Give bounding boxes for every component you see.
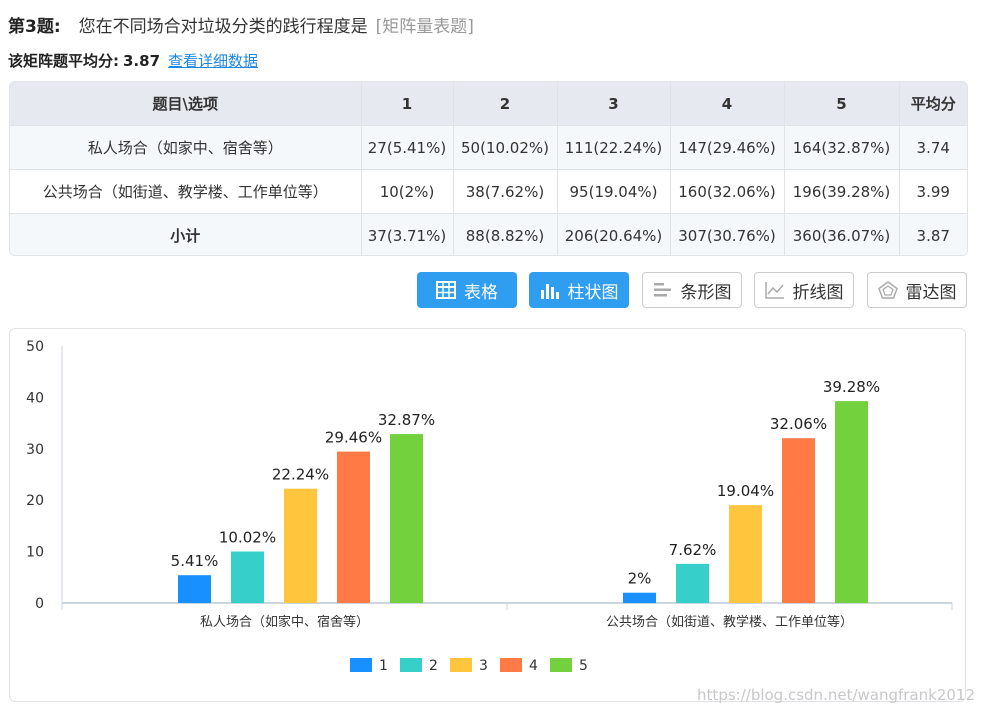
table-cell: 38(7.62%) xyxy=(453,169,558,214)
detail-data-link[interactable]: 查看详细数据 xyxy=(168,52,258,70)
horizontal-bar-icon xyxy=(653,283,671,297)
row-label: 公共场合（如街道、教学楼、工作单位等） xyxy=(10,169,362,214)
table-cell: 206(20.64%) xyxy=(557,213,671,255)
header-cell: 5 xyxy=(784,82,900,126)
bar xyxy=(390,434,423,603)
table-cell: 95(19.04%) xyxy=(557,169,671,214)
bar-data-label: 10.02% xyxy=(219,528,276,546)
bar xyxy=(729,505,762,603)
bar-data-label: 22.24% xyxy=(272,466,329,484)
table-cell: 3.99 xyxy=(899,169,967,214)
table-cell: 160(32.06%) xyxy=(670,169,785,214)
average-label: 该矩阵题平均分: xyxy=(8,52,119,70)
y-tick-label: 0 xyxy=(35,596,44,612)
header-cell: 题目\选项 xyxy=(10,82,362,126)
y-tick-label: 20 xyxy=(26,493,44,509)
legend-label: 3 xyxy=(479,658,488,674)
table-view-button[interactable]: 表格 xyxy=(417,272,517,308)
table-cell: 164(32.87%) xyxy=(784,125,900,170)
table-cell: 111(22.24%) xyxy=(557,125,671,170)
horizontal-bar-view-button[interactable]: 条形图 xyxy=(642,272,742,308)
y-tick-label: 50 xyxy=(26,339,44,355)
bar xyxy=(284,488,317,603)
radar-chart-view-button[interactable]: 雷达图 xyxy=(867,272,967,308)
bar xyxy=(623,592,656,603)
legend-label: 2 xyxy=(429,658,438,674)
legend-swatch xyxy=(450,658,472,672)
line-chart-view-button[interactable]: 折线图 xyxy=(754,272,854,308)
header-cell: 2 xyxy=(453,82,558,126)
subtotal-row: 小计 37(3.71%) 88(8.82%) 206(20.64%) 307(3… xyxy=(10,213,967,255)
watermark: https://blog.csdn.net/wangfrank2012 xyxy=(697,686,975,704)
chart-panel: 0 10 20 30 40 50 私人场合（如家中、宿舍等） 5.41% 10.02% 22.24… xyxy=(9,328,966,702)
y-tick-label: 40 xyxy=(26,390,44,406)
legend-swatch xyxy=(400,658,422,672)
question-header: 第3题: 您在不同场合对垃圾分类的践行程度是 [矩阵量表题] xyxy=(8,12,474,37)
table-cell: 50(10.02%) xyxy=(453,125,558,170)
table-icon xyxy=(436,281,456,299)
bar-data-label: 19.04% xyxy=(717,482,774,500)
bar-chart-view-button[interactable]: 柱状图 xyxy=(529,272,629,308)
bar xyxy=(835,401,868,603)
bar-data-label: 32.06% xyxy=(770,415,827,433)
bar-chart-view-label: 柱状图 xyxy=(567,282,619,303)
question-type: [矩阵量表题] xyxy=(375,17,474,37)
bar-data-label: 2% xyxy=(628,570,652,588)
bar-chart: 0 10 20 30 40 50 私人场合（如家中、宿舍等） 5.41%10.02% 22.24… xyxy=(26,339,953,674)
x-category-label: 公共场合（如街道、教学楼、工作单位等） xyxy=(606,614,853,630)
bar xyxy=(178,575,211,603)
legend-label: 5 xyxy=(579,658,588,674)
radar-chart-icon xyxy=(877,281,898,299)
subtotal-label: 小计 xyxy=(10,213,362,255)
bar-data-label: 39.28% xyxy=(823,378,880,396)
header-cell: 4 xyxy=(670,82,785,126)
table-header-row: 题目\选项 1 2 3 4 5 平均分 xyxy=(10,82,967,126)
bar-data-label: 32.87% xyxy=(378,411,435,429)
table-cell: 37(3.71%) xyxy=(361,213,454,255)
line-chart-view-label: 折线图 xyxy=(792,282,844,303)
bar-data-label: 7.62% xyxy=(669,541,717,559)
table-view-label: 表格 xyxy=(464,282,498,303)
bar-chart-icon xyxy=(540,284,559,299)
table-cell: 360(36.07%) xyxy=(784,213,900,255)
table-cell: 3.87 xyxy=(899,213,967,255)
legend-label: 1 xyxy=(379,658,388,674)
average-summary: 该矩阵题平均分: 3.87 查看详细数据 xyxy=(8,50,258,71)
table-cell: 88(8.82%) xyxy=(453,213,558,255)
table-cell: 196(39.28%) xyxy=(784,169,900,214)
x-category-label: 私人场合（如家中、宿舍等） xyxy=(200,614,369,630)
bar xyxy=(676,563,709,603)
bar xyxy=(337,451,370,603)
table-row: 公共场合（如街道、教学楼、工作单位等） 10(2%) 38(7.62%) 95(… xyxy=(10,169,967,214)
table-row: 私人场合（如家中、宿舍等） 27(5.41%) 50(10.02%) 111(2… xyxy=(10,125,967,170)
question-text: 您在不同场合对垃圾分类的践行程度是 xyxy=(78,17,368,37)
horizontal-bar-view-label: 条形图 xyxy=(680,282,732,303)
header-cell: 3 xyxy=(557,82,671,126)
bar-data-label: 29.46% xyxy=(325,429,382,447)
row-label: 私人场合（如家中、宿舍等） xyxy=(10,125,362,170)
line-chart-icon xyxy=(764,282,784,299)
bar-data-label: 5.41% xyxy=(171,552,219,570)
header-cell: 平均分 xyxy=(899,82,967,126)
legend-swatch xyxy=(550,658,572,672)
header-cell: 1 xyxy=(361,82,454,126)
y-tick-label: 10 xyxy=(26,545,44,561)
table-cell: 307(30.76%) xyxy=(670,213,785,255)
radar-chart-view-label: 雷达图 xyxy=(905,282,957,303)
result-table: 题目\选项 1 2 3 4 5 平均分 私人场合（如家中、宿舍等） 27(5.4… xyxy=(9,81,968,256)
question-number: 第3题: xyxy=(8,17,61,37)
bar xyxy=(231,551,264,603)
y-tick-label: 30 xyxy=(26,442,44,458)
table-cell: 147(29.46%) xyxy=(670,125,785,170)
table-cell: 3.74 xyxy=(899,125,967,170)
legend-label: 4 xyxy=(529,658,538,674)
table-cell: 27(5.41%) xyxy=(361,125,454,170)
average-value: 3.87 xyxy=(123,52,161,70)
table-cell: 10(2%) xyxy=(361,169,454,214)
legend-swatch xyxy=(500,658,522,672)
legend-swatch xyxy=(350,658,372,672)
bar xyxy=(782,438,815,603)
